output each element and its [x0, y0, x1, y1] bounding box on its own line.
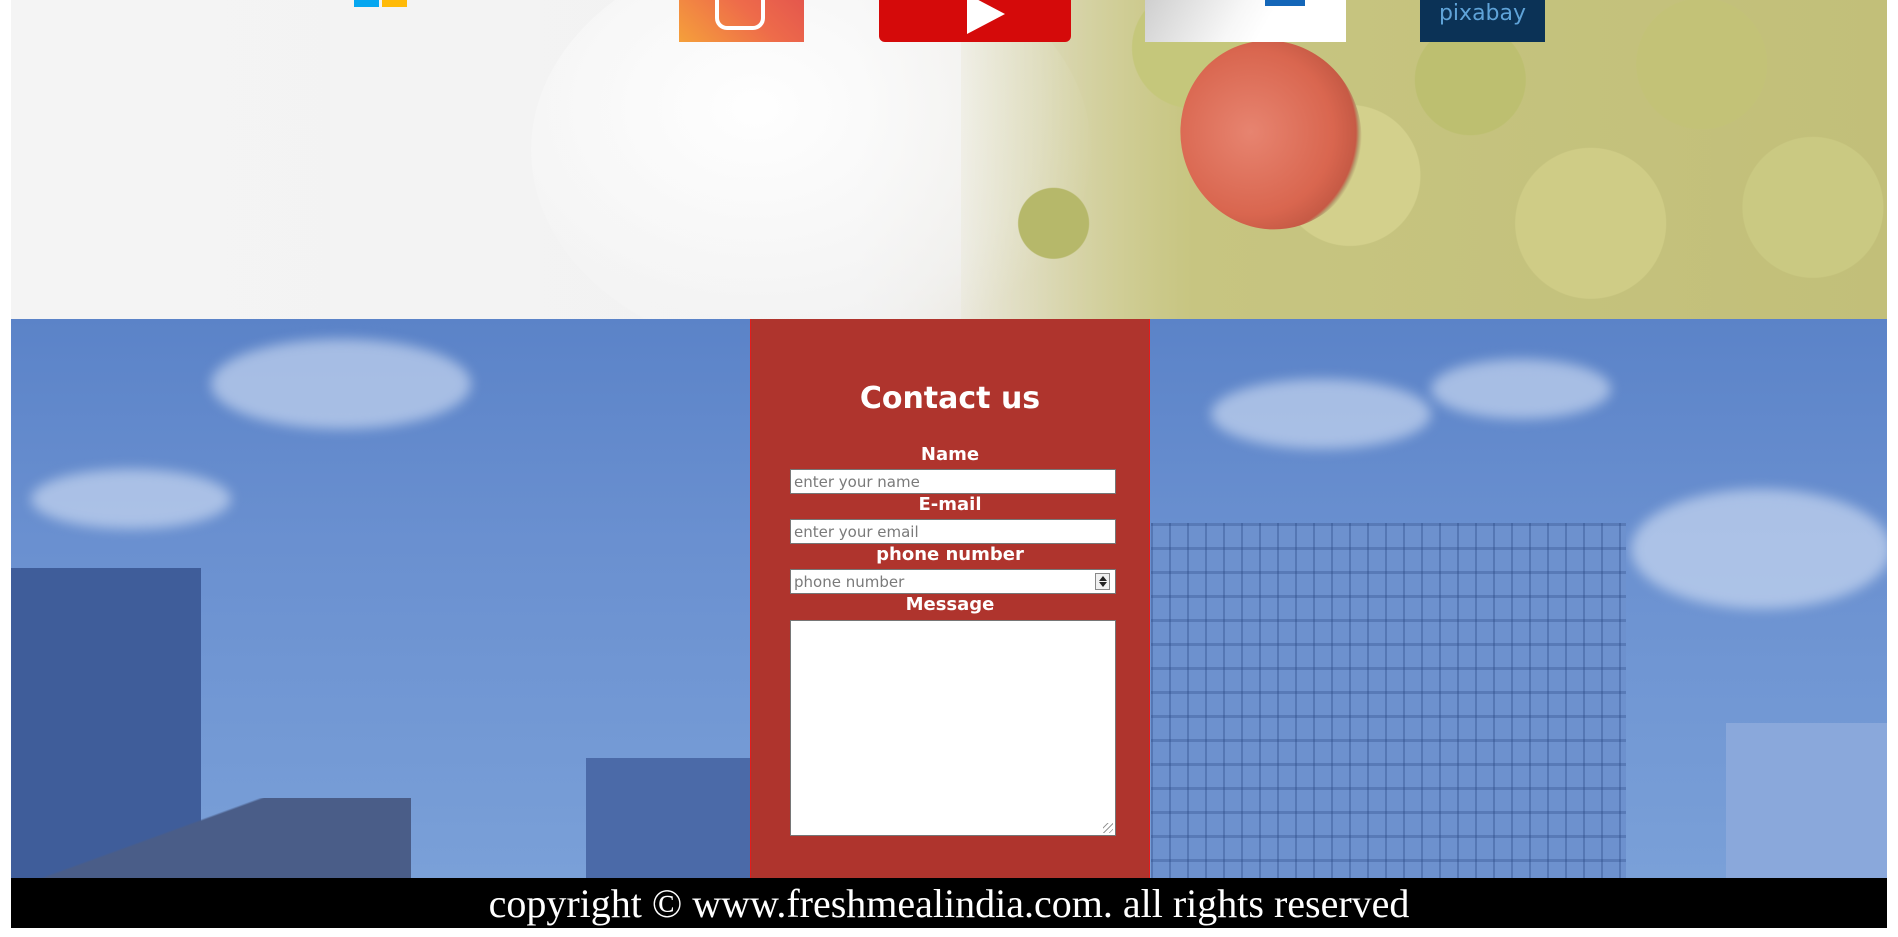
cloud	[211, 339, 471, 429]
instagram-logo-icon[interactable]	[679, 0, 804, 42]
cloud	[31, 469, 231, 529]
building-tower	[1151, 523, 1626, 878]
ms-yellow-square	[382, 0, 407, 7]
name-label: Name	[920, 444, 980, 465]
cloud	[1431, 359, 1611, 419]
pasta-image	[961, 0, 1887, 319]
phone-input[interactable]	[790, 569, 1116, 594]
name-input[interactable]	[790, 469, 1116, 494]
email-input[interactable]	[790, 519, 1116, 544]
message-label: Message	[905, 594, 995, 615]
pixabay-logo-icon[interactable]: pixabay	[1420, 0, 1545, 42]
page: pixabay Contact us Name E-mail phone num…	[11, 0, 1887, 937]
footer: copyright © www.freshmealindia.com. all …	[11, 878, 1887, 928]
building-left-small	[586, 758, 751, 878]
cloud	[1211, 379, 1431, 449]
document-mark	[1265, 0, 1305, 6]
play-icon	[967, 0, 1005, 34]
cloud	[1631, 489, 1887, 609]
ms-blue-square	[354, 0, 379, 7]
building-foreground	[11, 798, 411, 878]
camera-icon	[715, 0, 765, 30]
copyright-text: copyright © www.freshmealindia.com. all …	[488, 881, 1410, 926]
email-label: E-mail	[918, 494, 982, 515]
youtube-logo-icon[interactable]	[879, 0, 1071, 42]
document-logo-icon[interactable]	[1145, 0, 1346, 42]
contact-form: Contact us Name E-mail phone number Mess…	[750, 319, 1150, 878]
resize-grip-icon[interactable]	[1103, 823, 1113, 833]
pixabay-logo-text: pixabay	[1438, 1, 1527, 26]
contact-title: Contact us	[859, 381, 1041, 416]
hero-food-section: pixabay	[11, 0, 1887, 319]
phone-label: phone number	[876, 544, 1024, 565]
message-textarea[interactable]	[790, 620, 1116, 836]
microsoft-logo-icon[interactable]	[354, 0, 407, 7]
phone-number-spinner-icon[interactable]	[1095, 573, 1110, 590]
building-right	[1726, 723, 1887, 878]
